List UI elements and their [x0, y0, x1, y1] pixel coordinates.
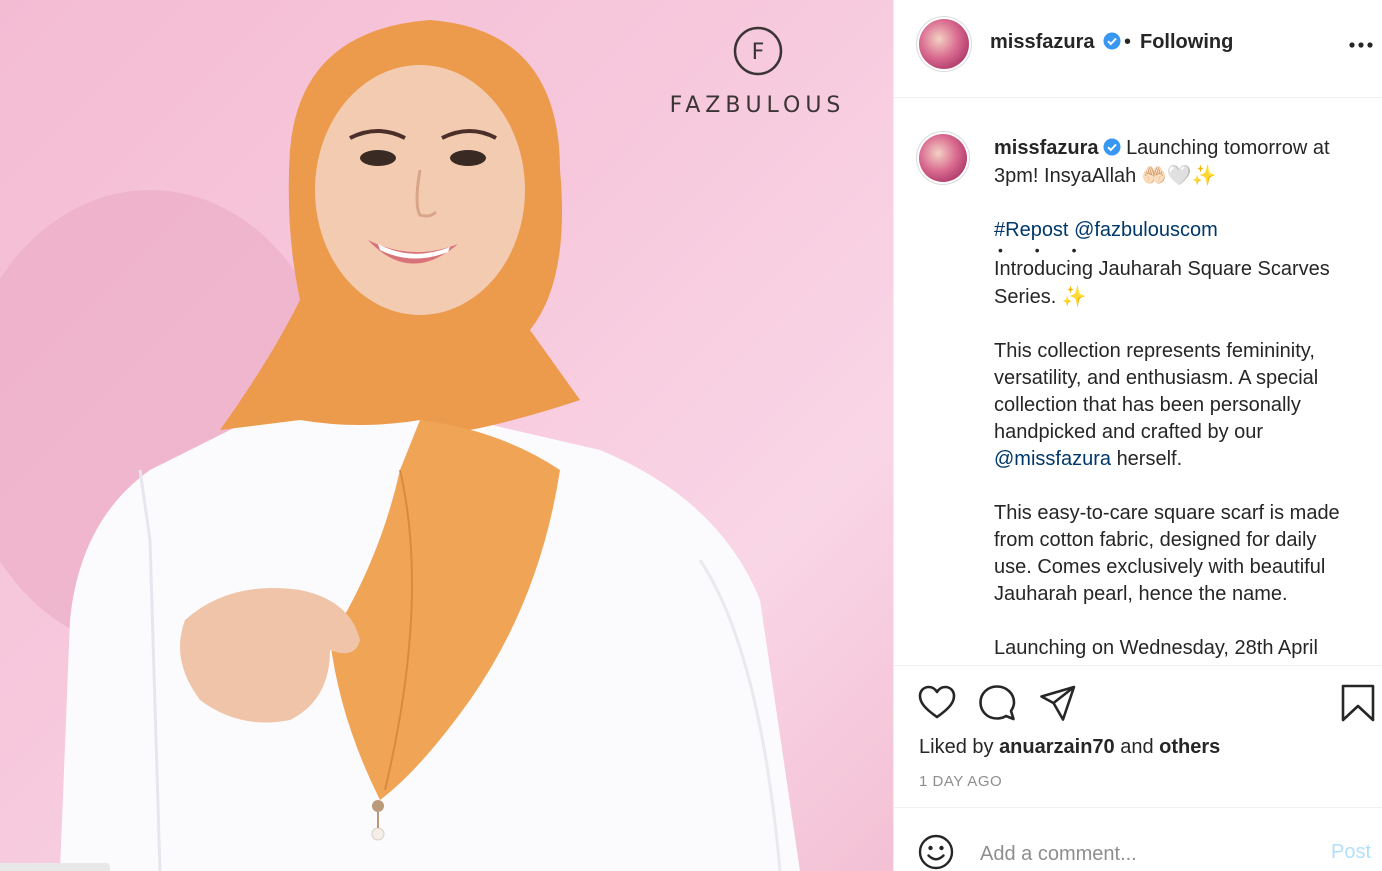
- author-username[interactable]: missfazura: [990, 31, 1121, 54]
- caption-dots: • • •: [998, 242, 1091, 258]
- svg-text:F: F: [751, 40, 764, 65]
- verified-badge-icon: [1103, 32, 1121, 50]
- caption-para4: Launching on Wednesday, 28th April: [994, 637, 1318, 659]
- caption-para2: This collection represents femininity, v…: [994, 340, 1319, 443]
- avatar[interactable]: [919, 19, 969, 69]
- caption-emojis: 🤲🏻🤍✨: [1141, 163, 1217, 187]
- liked-by-user[interactable]: anuarzain70: [999, 736, 1115, 758]
- post-side-panel: missfazura • Following missfazura Launch…: [893, 0, 1382, 871]
- caption-username[interactable]: missfazura: [994, 137, 1099, 159]
- mention-missfazura[interactable]: @missfazura: [994, 448, 1111, 470]
- model-photo-illustration: [0, 20, 800, 871]
- liked-by-line: Liked by anuarzain70 and others: [919, 736, 1220, 759]
- like-heart-icon[interactable]: [918, 684, 956, 722]
- verified-badge-icon: [1103, 138, 1120, 156]
- caption-para2-end: herself.: [1116, 448, 1183, 470]
- share-paper-plane-icon[interactable]: [1039, 684, 1077, 722]
- brand-logo: F FAZBULOUS: [640, 26, 875, 118]
- comment-bar: Post: [894, 807, 1382, 871]
- post-comment-button[interactable]: Post: [1331, 841, 1371, 864]
- mention-fazbulouscom[interactable]: @fazbulouscom: [1074, 219, 1218, 241]
- caption-para3: This easy-to-care square scarf is made f…: [994, 502, 1340, 605]
- post-image[interactable]: F FAZBULOUS: [0, 0, 893, 871]
- caption-para1: Introducing Jauharah Square Scarves Seri…: [994, 258, 1330, 308]
- caption-text: missfazura Launching tomorrow at 3pm! In…: [994, 135, 1354, 662]
- liked-by-and: and: [1120, 736, 1154, 758]
- caption-avatar[interactable]: [919, 134, 967, 182]
- brand-circle-icon: F: [733, 26, 782, 76]
- post-header: missfazura • Following: [894, 0, 1382, 98]
- comment-bubble-icon[interactable]: [978, 684, 1016, 722]
- liked-by-others[interactable]: others: [1159, 736, 1220, 758]
- following-button[interactable]: Following: [1140, 31, 1233, 54]
- emoji-smiley-icon[interactable]: [918, 834, 954, 870]
- brand-name: FAZBULOUS: [669, 93, 846, 118]
- comment-input[interactable]: [978, 838, 1312, 870]
- horizontal-scrollbar[interactable]: [0, 863, 110, 871]
- liked-by-prefix: Liked by: [919, 736, 994, 758]
- caption-scroll-area[interactable]: missfazura Launching tomorrow at 3pm! In…: [894, 99, 1382, 665]
- hashtag-repost[interactable]: #Repost: [994, 219, 1069, 241]
- save-bookmark-icon[interactable]: [1339, 684, 1377, 722]
- more-options-icon[interactable]: [1349, 42, 1373, 48]
- post-actions: Liked by anuarzain70 and others 1 DAY AG…: [894, 665, 1382, 807]
- sparkles-emoji: ✨: [1061, 284, 1087, 308]
- post-timestamp[interactable]: 1 DAY AGO: [919, 773, 1002, 790]
- separator-dot: •: [1124, 31, 1132, 53]
